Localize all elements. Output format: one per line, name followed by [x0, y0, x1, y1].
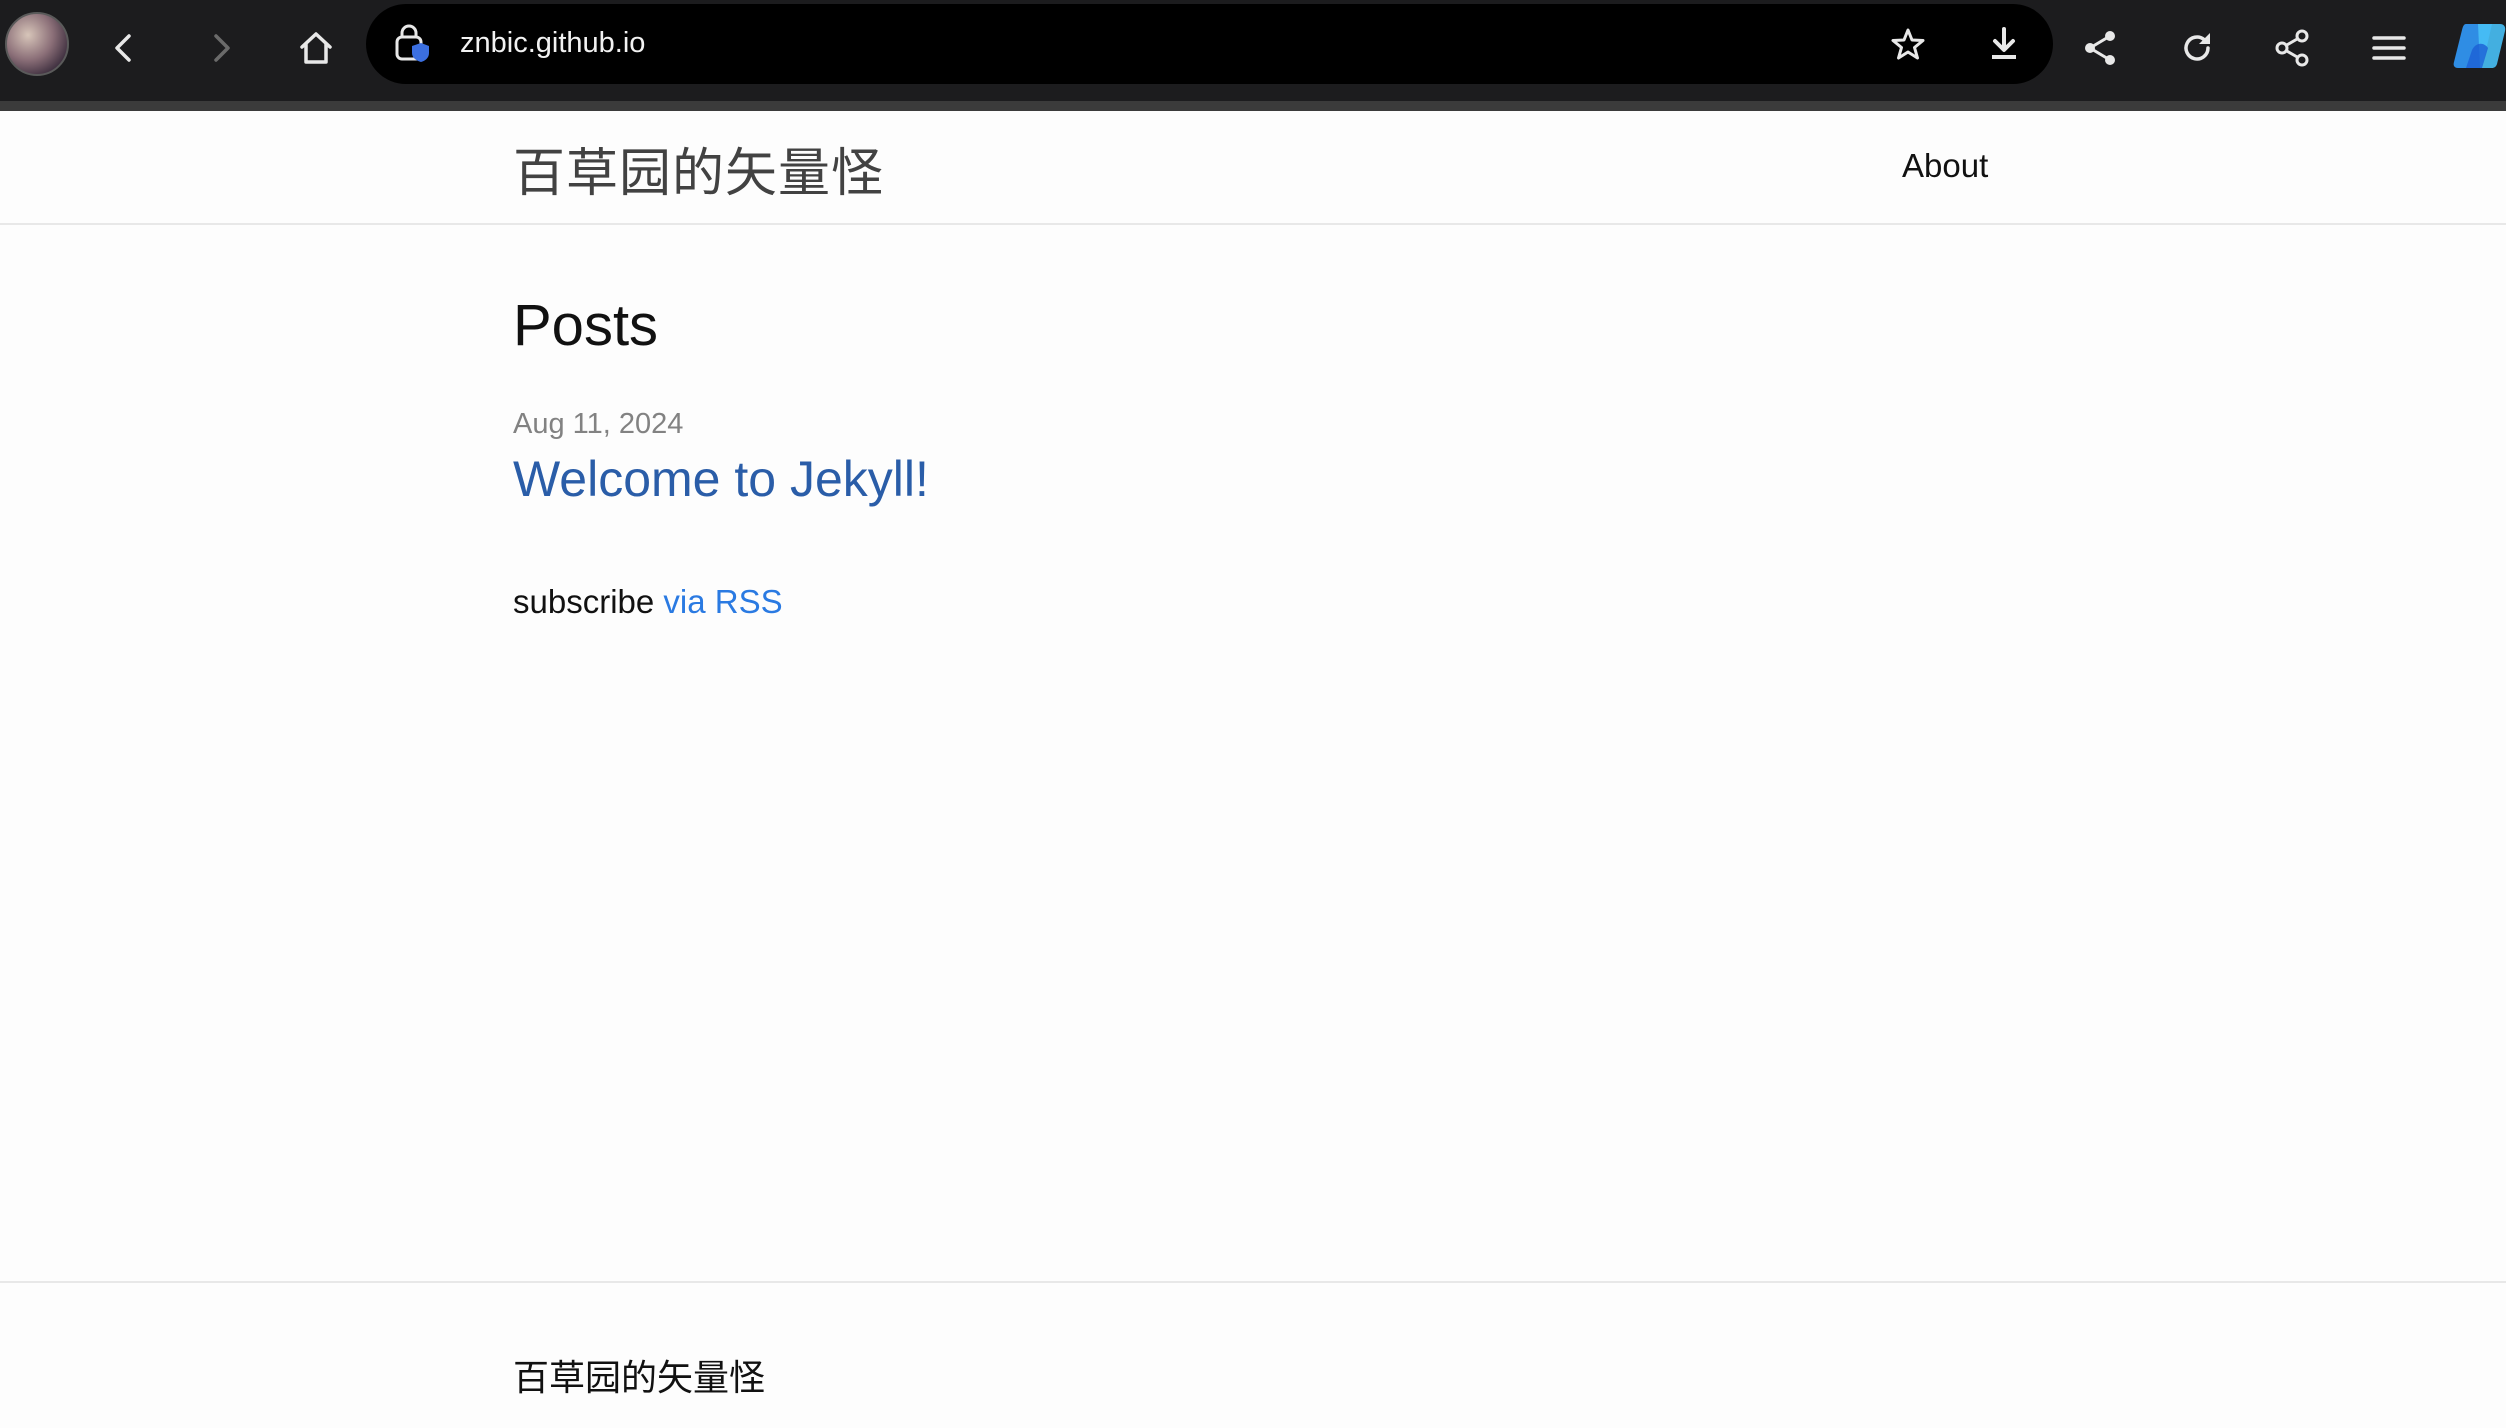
- forward-icon: [214, 34, 230, 62]
- menu-button[interactable]: [2361, 20, 2417, 76]
- menu-icon: [2372, 36, 2406, 60]
- subscribe-line: subscribe via RSS: [513, 583, 783, 621]
- footer-heading: 百草园的矢量怪: [513, 1358, 766, 1399]
- profile-avatar[interactable]: [5, 12, 69, 76]
- url-text[interactable]: znbic.github.io: [460, 27, 645, 60]
- browser-toolbar: znbic.github.io: [0, 0, 2506, 101]
- home-icon: [300, 32, 332, 64]
- back-button[interactable]: [96, 20, 152, 76]
- share-button[interactable]: [2073, 20, 2129, 76]
- address-bar[interactable]: znbic.github.io: [366, 4, 2053, 84]
- site-info-icon[interactable]: [391, 24, 431, 64]
- download-button[interactable]: [1976, 16, 2032, 72]
- toolbar-divider: [0, 101, 2506, 111]
- download-icon: [1992, 27, 2016, 59]
- copilot-icon[interactable]: [2452, 20, 2506, 72]
- page-heading: Posts: [513, 293, 659, 358]
- home-button[interactable]: [288, 20, 344, 76]
- favorite-star-icon: [1891, 28, 1925, 60]
- site-footer: 百草园的矢量怪: [0, 1281, 2506, 1428]
- back-icon: [115, 34, 131, 62]
- rss-link[interactable]: via RSS: [663, 583, 782, 620]
- subscribe-text: subscribe: [513, 583, 655, 620]
- share-icon: [2085, 31, 2115, 65]
- share-nodes-icon: [2275, 29, 2309, 67]
- post-title-link[interactable]: Welcome to Jekyll!: [513, 450, 929, 508]
- post-date: Aug 11, 2024: [513, 408, 684, 440]
- reload-button[interactable]: [2169, 20, 2225, 76]
- site-header: 百草园的矢量怪 About: [0, 111, 2506, 225]
- nav-link-about[interactable]: About: [1902, 147, 1988, 185]
- site-title[interactable]: 百草园的矢量怪: [513, 131, 884, 206]
- share-page-button[interactable]: [2265, 20, 2321, 76]
- reload-icon: [2184, 33, 2210, 61]
- favorite-button[interactable]: [1880, 16, 1936, 72]
- forward-button[interactable]: [193, 20, 249, 76]
